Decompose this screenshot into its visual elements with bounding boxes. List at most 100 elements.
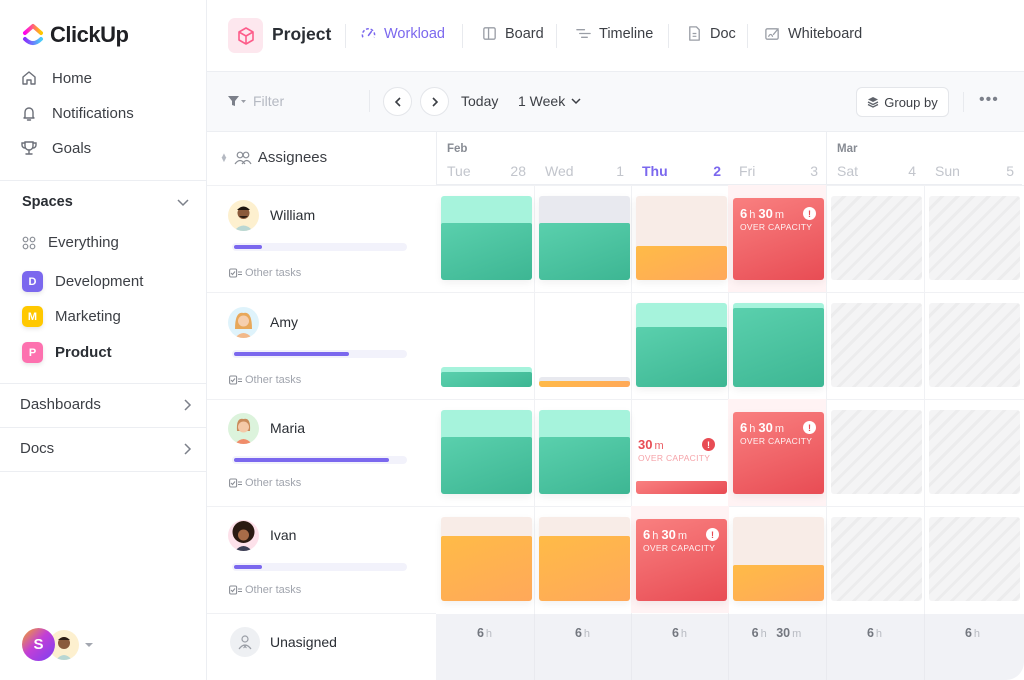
total-hours: 6h (534, 626, 631, 640)
group-by-button[interactable]: Group by (856, 87, 949, 117)
column-divider (631, 614, 632, 680)
hours-value: 6 (476, 626, 484, 640)
grid-dots-icon (22, 236, 36, 249)
user-menu[interactable]: S (22, 628, 93, 661)
filter-placeholder: Filter (253, 93, 285, 109)
tab-timeline[interactable]: Timeline (575, 25, 653, 42)
total-hours: 6h (826, 626, 923, 640)
day-header-fri[interactable]: Fri 3 (728, 132, 826, 185)
sidebar-divider (0, 427, 206, 428)
nav-home[interactable]: Home (20, 69, 92, 87)
minutes-unit: m (774, 423, 784, 435)
hours-value: 6 (751, 626, 759, 640)
divider (462, 24, 463, 48)
other-tasks-link[interactable]: Other tasks (229, 477, 301, 489)
capacity-cell[interactable] (636, 196, 727, 280)
space-badge: M (22, 306, 43, 327)
assignees-header-label: Assignees (257, 149, 328, 166)
capacity-cell[interactable] (733, 517, 824, 601)
over-capacity-cell[interactable]: 6 h 30 m OVER CAPACITY! (733, 198, 824, 280)
weekend-cell (831, 196, 922, 280)
avatar (228, 413, 259, 444)
chevron-right-icon (431, 96, 438, 107)
filter-button[interactable]: Filter (227, 93, 284, 109)
day-header-sat[interactable]: Mar Sat 4 (826, 132, 924, 185)
layers-icon (867, 97, 879, 108)
sidebar-docs[interactable]: Docs (20, 440, 192, 457)
assignee-row: Amy Other tasks (207, 292, 436, 399)
unassigned-label: Unasigned (270, 634, 337, 650)
space-development[interactable]: D Development (22, 271, 143, 292)
space-product[interactable]: P Product (22, 342, 112, 363)
capacity-cell[interactable] (539, 377, 630, 387)
sidebar-dashboards[interactable]: Dashboards (20, 396, 192, 413)
nav-goals[interactable]: Goals (20, 139, 91, 157)
capacity-cell[interactable] (441, 367, 532, 387)
capacity-cell[interactable] (636, 303, 727, 387)
workload-grid: Feb Tue 28 Wed 1 Thu 2 Fri 3 Mar Sat 4 Sun 5 6 h 30 m OVE… (436, 132, 1024, 680)
capacity-cell[interactable] (539, 517, 630, 601)
clickup-logo-icon (23, 24, 43, 45)
day-number: 5 (1006, 163, 1014, 179)
minutes-unit: m (654, 440, 664, 452)
minutes-unit: m (774, 209, 784, 221)
over-capacity-cell[interactable]: 6 h 30 m OVER CAPACITY! (733, 412, 824, 494)
range-label: 1 Week (518, 93, 566, 109)
chevron-right-icon (184, 398, 192, 411)
chevron-down-icon[interactable] (176, 197, 190, 207)
nav-notifications[interactable]: Notifications (20, 104, 134, 122)
assignee-name: Maria (270, 420, 306, 436)
weekend-cell (929, 303, 1020, 387)
capacity-bar (232, 456, 407, 464)
tab-whiteboard[interactable]: Whiteboard (764, 25, 862, 42)
other-tasks-link[interactable]: Other tasks (229, 374, 301, 386)
prev-period-button[interactable] (383, 87, 412, 116)
workload-gauge-icon (361, 28, 376, 38)
next-period-button[interactable] (420, 87, 449, 116)
warning-icon: ! (803, 207, 816, 220)
capacity-cell[interactable] (733, 303, 824, 387)
space-everything[interactable]: Everything (22, 234, 119, 251)
avatar (228, 520, 259, 551)
capacity-bar (232, 350, 407, 358)
divider (747, 24, 748, 48)
minutes-value: 30 (758, 206, 773, 221)
nav-goals-label: Goals (52, 139, 92, 157)
minutes-unit: m (792, 628, 802, 640)
group-by-label: Group by (884, 94, 938, 110)
tab-doc[interactable]: Doc (686, 25, 736, 42)
tab-workload[interactable]: Workload (360, 25, 445, 42)
capacity-cell[interactable] (539, 196, 630, 280)
over-capacity-text: OVER CAPACITY (740, 222, 813, 232)
capacity-cell[interactable] (441, 517, 532, 601)
capacity-cell[interactable] (441, 196, 532, 280)
day-header-thu[interactable]: Thu 2 (631, 132, 729, 185)
hours-unit: h (583, 628, 591, 640)
column-divider (534, 614, 535, 680)
assignee-row: Maria Other tasks (207, 399, 436, 506)
over-capacity-label: 30 m OVER CAPACITY! (638, 437, 723, 463)
weekend-cell (831, 517, 922, 601)
day-header-sun[interactable]: Sun 5 (924, 132, 1022, 185)
total-hours: 6h 30 m (728, 626, 825, 640)
row-divider (436, 506, 1024, 507)
range-dropdown[interactable]: 1 Week (518, 93, 581, 109)
nav-home-label: Home (52, 69, 93, 87)
space-marketing[interactable]: M Marketing (22, 306, 121, 327)
more-options-icon[interactable]: ••• (979, 91, 999, 109)
over-capacity-cell[interactable]: 6 h 30 m OVER CAPACITY! (636, 519, 727, 601)
clickup-logo[interactable]: ClickUp (22, 22, 129, 48)
tab-workload-label: Workload (384, 25, 445, 42)
capacity-cell[interactable] (539, 410, 630, 494)
today-button[interactable]: Today (461, 93, 498, 109)
day-header-wed[interactable]: Wed 1 (534, 132, 632, 185)
tab-board[interactable]: Board (481, 25, 544, 42)
day-header-tue[interactable]: Feb Tue 28 (436, 132, 534, 185)
capacity-cell[interactable] (441, 410, 532, 494)
other-tasks-link[interactable]: Other tasks (229, 267, 301, 279)
assignees-header[interactable]: ▲ ▼ Assignees (220, 149, 327, 166)
other-tasks-link[interactable]: Other tasks (229, 584, 301, 596)
day-number: 2 (713, 163, 721, 179)
day-name: Sun (935, 163, 960, 179)
capacity-fill (636, 246, 727, 280)
